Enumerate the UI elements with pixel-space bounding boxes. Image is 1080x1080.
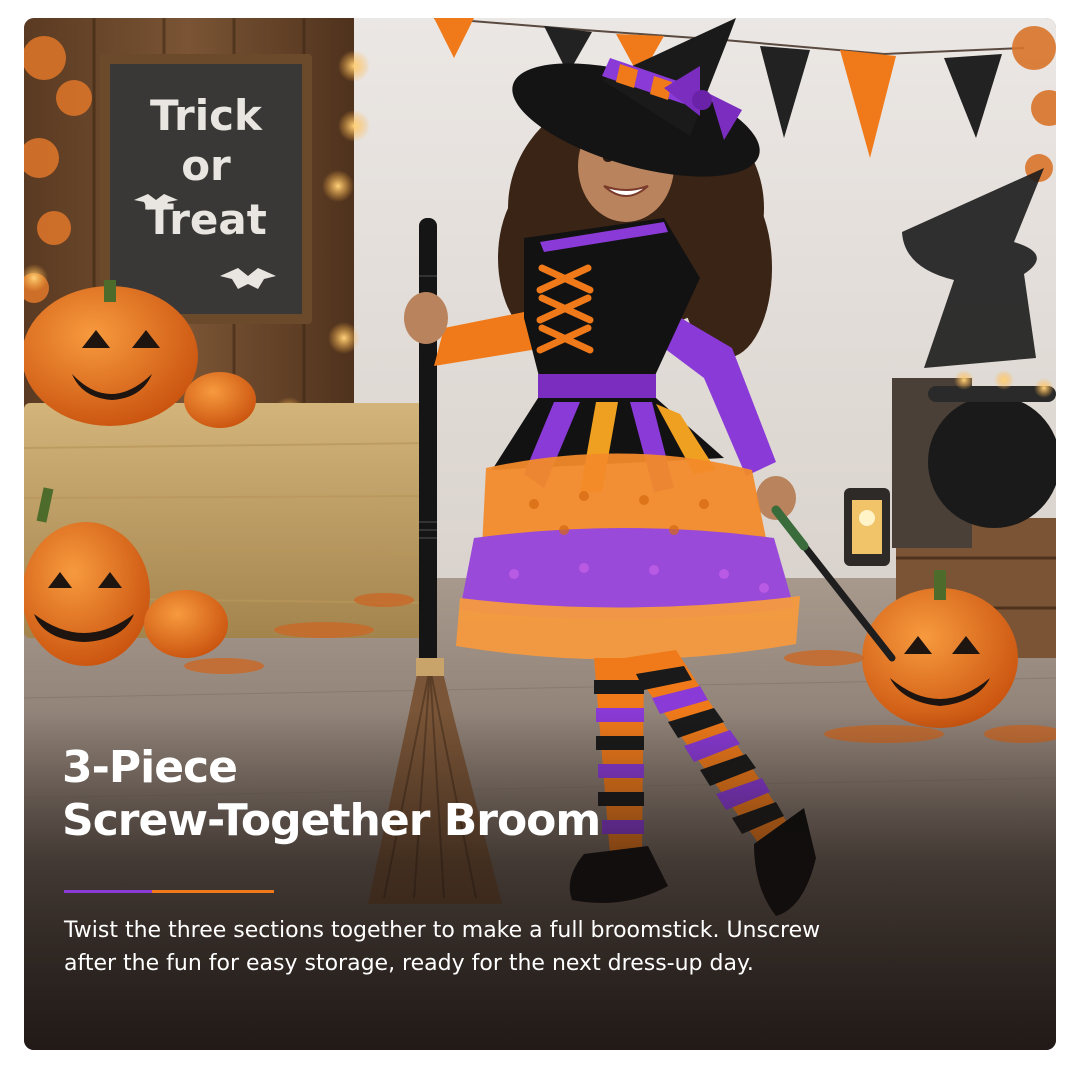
divider-purple-segment bbox=[64, 890, 152, 893]
divider-orange-segment bbox=[152, 890, 274, 893]
product-feature-card: Trick or Treat 3-Piece Screw-Together Br… bbox=[24, 18, 1056, 1050]
feature-description: Twist the three sections together to mak… bbox=[64, 918, 821, 976]
headline-line-1: 3-Piece bbox=[62, 742, 238, 793]
chalkboard-line-2: or bbox=[181, 141, 231, 190]
accent-divider bbox=[64, 890, 274, 893]
lantern bbox=[844, 488, 890, 566]
feature-headline: 3-Piece Screw-Together Broom bbox=[62, 742, 601, 848]
headline-line-2: Screw-Together Broom bbox=[62, 794, 601, 846]
broom-handle bbox=[419, 218, 437, 668]
chalkboard-line-1: Trick bbox=[150, 91, 263, 140]
